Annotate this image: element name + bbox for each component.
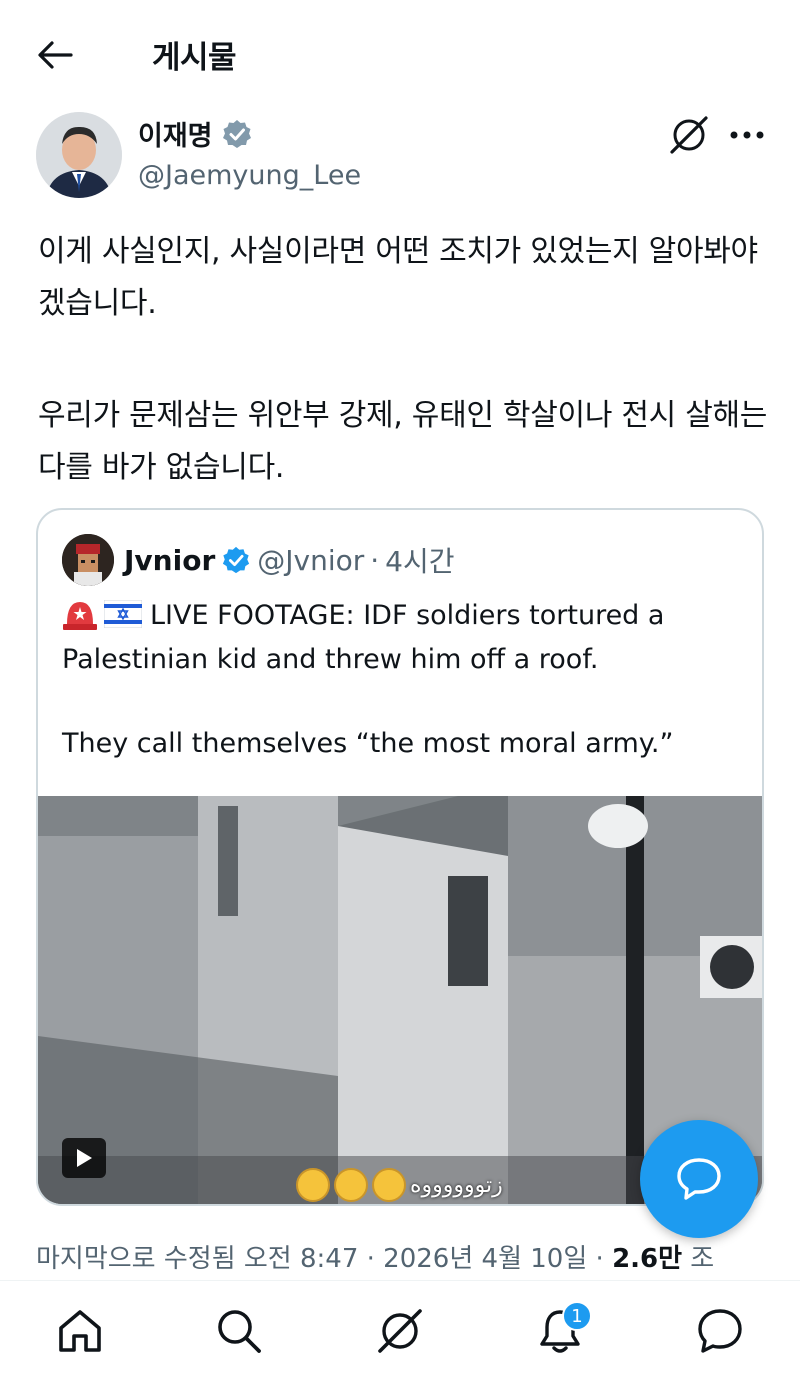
compose-message-fab[interactable] xyxy=(640,1120,758,1238)
view-count-suffix: 조 xyxy=(682,1244,715,1274)
crying-laughing-emoji-icon xyxy=(296,1168,330,1202)
author-name[interactable]: 이재명 xyxy=(138,114,213,153)
quote-line-1: LIVE FOOTAGE: IDF soldiers tortured a Pa… xyxy=(62,600,665,675)
quote-avatar xyxy=(62,534,114,586)
quote-separator: · xyxy=(370,543,380,577)
page-title: 게시물 xyxy=(152,40,237,76)
video-caption-overlay: زتووووووه xyxy=(296,1168,503,1202)
post-paragraph: 이게 사실인지, 사실이라면 어떤 조치가 있었는지 알아봐야겠습니다. xyxy=(38,234,758,321)
more-options-button[interactable] xyxy=(722,112,772,158)
chat-bubble-icon xyxy=(677,1158,721,1200)
post-text: 이게 사실인지, 사실이라면 어떤 조치가 있었는지 알아봐야겠습니다. 우리가… xyxy=(38,226,768,494)
top-bar: 게시물 xyxy=(0,0,800,106)
quote-timestamp: 4시간 xyxy=(385,545,455,578)
verified-badge-icon xyxy=(223,546,250,574)
more-horizontal-icon xyxy=(730,131,764,139)
author-handle[interactable]: @Jaemyung_Lee xyxy=(138,160,361,191)
message-bubble-icon xyxy=(698,1309,742,1353)
quote-author-handle: @Jvnior xyxy=(257,543,365,577)
siren-emoji-icon xyxy=(63,602,97,630)
nav-notifications[interactable]: 1 xyxy=(530,1301,592,1361)
verified-badge-icon xyxy=(222,119,251,148)
crying-laughing-emoji-icon xyxy=(334,1168,368,1202)
grok-icon xyxy=(378,1309,422,1353)
arrow-left-icon xyxy=(38,41,73,69)
back-button[interactable] xyxy=(30,30,80,80)
israel-flag-icon xyxy=(104,600,142,628)
author-avatar[interactable] xyxy=(36,112,122,198)
play-icon xyxy=(77,1149,92,1167)
grok-icon xyxy=(670,116,708,154)
nav-search[interactable] xyxy=(209,1301,269,1361)
nav-messages[interactable] xyxy=(690,1301,750,1361)
crying-laughing-emoji-icon xyxy=(372,1168,406,1202)
post-meta: 마지막으로 수정됨 오전 8:47 · 2026년 4월 10일 · 2.6만 … xyxy=(36,1238,800,1275)
search-icon xyxy=(218,1310,261,1353)
quote-text: LIVE FOOTAGE: IDF soldiers tortured a Pa… xyxy=(62,594,742,766)
nav-grok[interactable] xyxy=(370,1301,430,1361)
emoji-group xyxy=(62,600,142,630)
bottom-nav: 1 xyxy=(0,1280,800,1390)
notification-badge: 1 xyxy=(562,1301,592,1331)
post-paragraph: 우리가 문제삼는 위안부 강제, 유태인 학살이나 전시 살해는 다를 바가 없… xyxy=(38,398,768,485)
grok-button[interactable] xyxy=(664,112,714,158)
quote-author-name: Jvnior xyxy=(124,543,216,577)
quote-header: Jvnior @Jvnior · 4시간 xyxy=(124,540,455,580)
nav-home[interactable] xyxy=(50,1301,110,1361)
quote-paragraph: LIVE FOOTAGE: IDF soldiers tortured a Pa… xyxy=(62,594,742,682)
quote-line-2: They call themselves “the most moral arm… xyxy=(62,728,674,759)
play-button[interactable] xyxy=(62,1138,106,1178)
video-caption-text: زتووووووه xyxy=(410,1172,503,1198)
view-count[interactable]: 2.6만 xyxy=(612,1244,682,1274)
quoted-post-card[interactable]: Jvnior @Jvnior · 4시간 LIVE FOOTAGE: IDF s… xyxy=(36,508,764,1206)
author-name-row[interactable]: 이재명 xyxy=(138,114,253,153)
home-icon xyxy=(59,1310,101,1352)
edited-timestamp: 마지막으로 수정됨 오전 8:47 · 2026년 4월 10일 · xyxy=(36,1244,613,1274)
